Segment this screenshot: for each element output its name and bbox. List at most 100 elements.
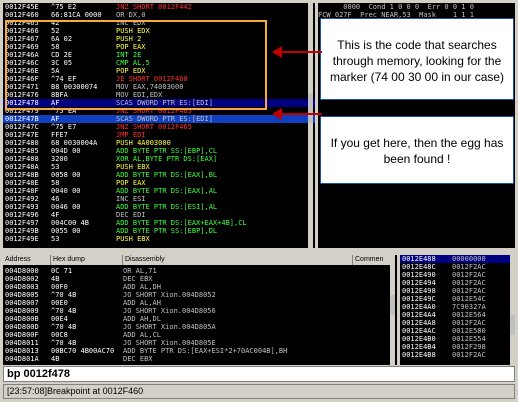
cpu-row-instruction: JE SHORT 0012F460 xyxy=(116,75,188,83)
stack-row-value: 0012F2AC xyxy=(452,287,486,295)
stack-row-value: 00000000 xyxy=(452,255,486,263)
stack-row[interactable]: 0012E490 0012F2AC xyxy=(400,271,515,279)
cpu-row-instruction: JNZ SHORT 0012F465 xyxy=(116,123,192,131)
stack-row[interactable]: 0012E4A0 7C90327A xyxy=(400,303,515,311)
stack-row[interactable]: 0012E494 0012F2AC xyxy=(400,279,515,287)
cpu-row-instruction: ADD BYTE PTR SS:[EBP],DL xyxy=(116,227,218,235)
dump-scroll-thumb[interactable] xyxy=(390,295,395,315)
stack-row[interactable]: 0012E48C 0012F2AC xyxy=(400,263,515,271)
cpu-row[interactable]: 0012F465 42 INC EDX xyxy=(3,19,315,27)
cpu-row-address: 0012F476 xyxy=(5,91,39,99)
cpu-row[interactable]: 0012F488 3200 XOR AL,BYTE PTR DS:[EAX] xyxy=(3,155,315,163)
cpu-row[interactable]: 0012F49B 0055 00 ADD BYTE PTR SS:[EBP],DL xyxy=(3,227,315,235)
cpu-horizontal-scrollbar[interactable] xyxy=(3,248,315,253)
cpu-row-instruction: ADD BYTE PTR DS:[EAX+EAX+4B],CL xyxy=(116,219,247,227)
cpu-row-address: 0012F466 xyxy=(5,27,39,35)
cpu-row-address: 0012F46A xyxy=(5,51,39,59)
cpu-row[interactable]: 0012F48F 0040 00 ADD BYTE PTR DS:[EAX],AL xyxy=(3,187,315,195)
dump-row[interactable]: 004D801A 4B DEC EBX xyxy=(3,355,397,363)
dump-row[interactable]: 004D800B 00E4 ADD AH,DL xyxy=(3,315,397,323)
cpu-row[interactable]: 0012F479 ^75 EA JNZ SHORT 0012F465 xyxy=(3,107,315,115)
cpu-row-address: 0012F47E xyxy=(5,131,39,139)
dump-pane[interactable]: Address Hex dump Disassembly Commen 004D… xyxy=(3,255,397,365)
cpu-row[interactable]: 0012F48A 53 PUSH EBX xyxy=(3,163,315,171)
cpu-row[interactable]: 0012F493 0046 00 ADD BYTE PTR DS:[ESI],AL xyxy=(3,203,315,211)
cpu-row-hex: 66:81CA 0000 xyxy=(51,11,102,19)
cpu-disassembly-pane[interactable]: 0012F45E ^75 E2 JNZ SHORT 0012F442 0012F460… xyxy=(3,3,315,248)
dump-header-disassembly[interactable]: Disassembly xyxy=(123,255,353,265)
dump-row[interactable]: 004D8000 0C 71 OR AL,71 xyxy=(3,267,397,275)
cpu-row[interactable]: 0012F46A CD 2E INT 2E xyxy=(3,51,315,59)
stack-row[interactable]: 0012E4A8 0012F2AC xyxy=(400,319,515,327)
stack-pane[interactable]: 0012E488 00000000 0012E48C 0012F2AC 0012E490… xyxy=(400,255,515,365)
cpu-row[interactable]: 0012F469 58 POP EAX xyxy=(3,43,315,51)
stack-row[interactable]: 0012E4B8 0012F2AC xyxy=(400,351,515,359)
dump-header-comment[interactable]: Commen xyxy=(353,255,391,265)
cpu-row[interactable]: 0012F496 4F DEC EDI xyxy=(3,211,315,219)
cpu-row[interactable]: 0012F47C ^75 E7 JNZ SHORT 0012F465 xyxy=(3,123,315,131)
cpu-row[interactable]: 0012F471 B8 00300074 MOV EAX,74003000 xyxy=(3,83,315,91)
cpu-row-address: 0012F467 xyxy=(5,35,39,43)
stack-vertical-scrollbar[interactable] xyxy=(510,255,515,365)
cpu-row[interactable]: 0012F47E FFE7 JMP EDI xyxy=(3,131,315,139)
stack-row-value: 0012E564 xyxy=(452,311,486,319)
stack-row[interactable]: 0012E488 00000000 xyxy=(400,255,515,263)
dump-row[interactable]: 004D8013 00BC70 4B00AC70 ADD BYTE PTR DS:[… xyxy=(3,347,397,355)
cpu-row-address: 0012F46F xyxy=(5,75,39,83)
cpu-row[interactable]: 0012F492 46 INC ESI xyxy=(3,195,315,203)
cpu-row[interactable]: 0012F46C 3C 05 CMP AL,5 xyxy=(3,59,315,67)
stack-row[interactable]: 0012E4B4 0012F298 xyxy=(400,343,515,351)
dump-header-hex[interactable]: Hex dump xyxy=(51,255,123,265)
cpu-row[interactable]: 0012F497 004C00 4B ADD BYTE PTR DS:[EAX+EA… xyxy=(3,219,315,227)
dump-row[interactable]: 004D8007 00E0 ADD AL,AH xyxy=(3,299,397,307)
dump-row-addr: 004D800D xyxy=(5,323,39,331)
cpu-row[interactable]: 0012F467 6A 02 PUSH 2 xyxy=(3,35,315,43)
cpu-row[interactable]: 0012F48E 58 POP EAX xyxy=(3,179,315,187)
cpu-row-hex: 53 xyxy=(51,235,60,243)
dump-row-dis: DEC EBX xyxy=(123,275,153,283)
dump-row[interactable]: 004D8003 00F0 ADD AL,DH xyxy=(3,283,397,291)
cpu-row[interactable]: 0012F46E 5A POP EDX xyxy=(3,67,315,75)
cpu-row-instruction: POP EAX xyxy=(116,43,146,51)
cpu-row-instruction: MOV EAX,74003000 xyxy=(116,83,184,91)
stack-row[interactable]: 0012E498 0012F2AC xyxy=(400,287,515,295)
cpu-vertical-scrollbar[interactable] xyxy=(308,3,313,248)
cpu-row[interactable]: 0012F460 66:81CA 0000 OR DX,0 xyxy=(3,11,315,19)
status-bar: [23:57:08]Breakpoint at 0012F460 xyxy=(3,384,515,399)
command-input[interactable]: bp 0012f478 xyxy=(3,366,515,382)
dump-row[interactable]: 004D8011 ^70 4B JO SHORT Xion.004D805E xyxy=(3,339,397,347)
dump-row[interactable]: 004D8005 ^70 4B JO SHORT Xion.004D8052 xyxy=(3,291,397,299)
cpu-row[interactable]: 0012F466 52 PUSH EDX xyxy=(3,27,315,35)
cpu-row[interactable]: 0012F45E ^75 E2 JNZ SHORT 0012F442 xyxy=(3,3,315,11)
cpu-row-instruction: SCAS DWORD PTR ES:[EDI] xyxy=(116,99,213,107)
stack-row[interactable]: 0012E4A4 0012E564 xyxy=(400,311,515,319)
stack-row[interactable]: 0012E49C 0012E54C xyxy=(400,295,515,303)
cpu-row[interactable]: 0012F47B AF SCAS DWORD PTR ES:[EDI] xyxy=(3,115,315,123)
dump-vertical-scrollbar[interactable] xyxy=(390,255,395,365)
cpu-row-address: 0012F46E xyxy=(5,67,39,75)
stack-row-address: 0012E4AC xyxy=(402,327,436,335)
dump-row[interactable]: 004D8009 ^70 4B JO SHORT Xion.004D8056 xyxy=(3,307,397,315)
dump-row[interactable]: 004D800D ^70 4B JO SHORT Xion.004D805A xyxy=(3,323,397,331)
stack-scroll-thumb[interactable] xyxy=(510,315,515,335)
cpu-row[interactable]: 0012F476 8BFA MOV EDI,EDX xyxy=(3,91,315,99)
cpu-row-instruction: INC ESI xyxy=(116,195,146,203)
cpu-row-instruction: MOV EDI,EDX xyxy=(116,91,163,99)
cpu-row[interactable]: 0012F480 68 0030004A PUSH 4A003000 xyxy=(3,139,315,147)
dump-row-dis: ADD AL,AH xyxy=(123,299,161,307)
cpu-row[interactable]: 0012F478 AF SCAS DWORD PTR ES:[EDI] xyxy=(3,99,315,107)
dump-row[interactable]: 004D8002 4B DEC EBX xyxy=(3,275,397,283)
callout-egg-found: If you get here, then the egg has been f… xyxy=(320,116,514,184)
cpu-row-address: 0012F496 xyxy=(5,211,39,219)
cpu-row[interactable]: 0012F49E 53 PUSH EBX xyxy=(3,235,315,243)
cpu-row[interactable]: 0012F48B 0058 00 ADD BYTE PTR DS:[EAX],BL xyxy=(3,171,315,179)
cpu-scroll-thumb[interactable] xyxy=(308,93,313,123)
cpu-row[interactable]: 0012F485 004D 00 ADD BYTE PTR SS:[EBP],CL xyxy=(3,147,315,155)
cpu-row-address: 0012F49E xyxy=(5,235,39,243)
cpu-row[interactable]: 0012F46F ^74 EF JE SHORT 0012F460 xyxy=(3,75,315,83)
stack-row[interactable]: 0012E4AC 0012E580 xyxy=(400,327,515,335)
cpu-row-address: 0012F48A xyxy=(5,163,39,171)
dump-header-address[interactable]: Address xyxy=(3,255,51,265)
stack-row[interactable]: 0012E4B0 0012E554 xyxy=(400,335,515,343)
dump-row[interactable]: 004D800F 00C8 ADD AL,CL xyxy=(3,331,397,339)
